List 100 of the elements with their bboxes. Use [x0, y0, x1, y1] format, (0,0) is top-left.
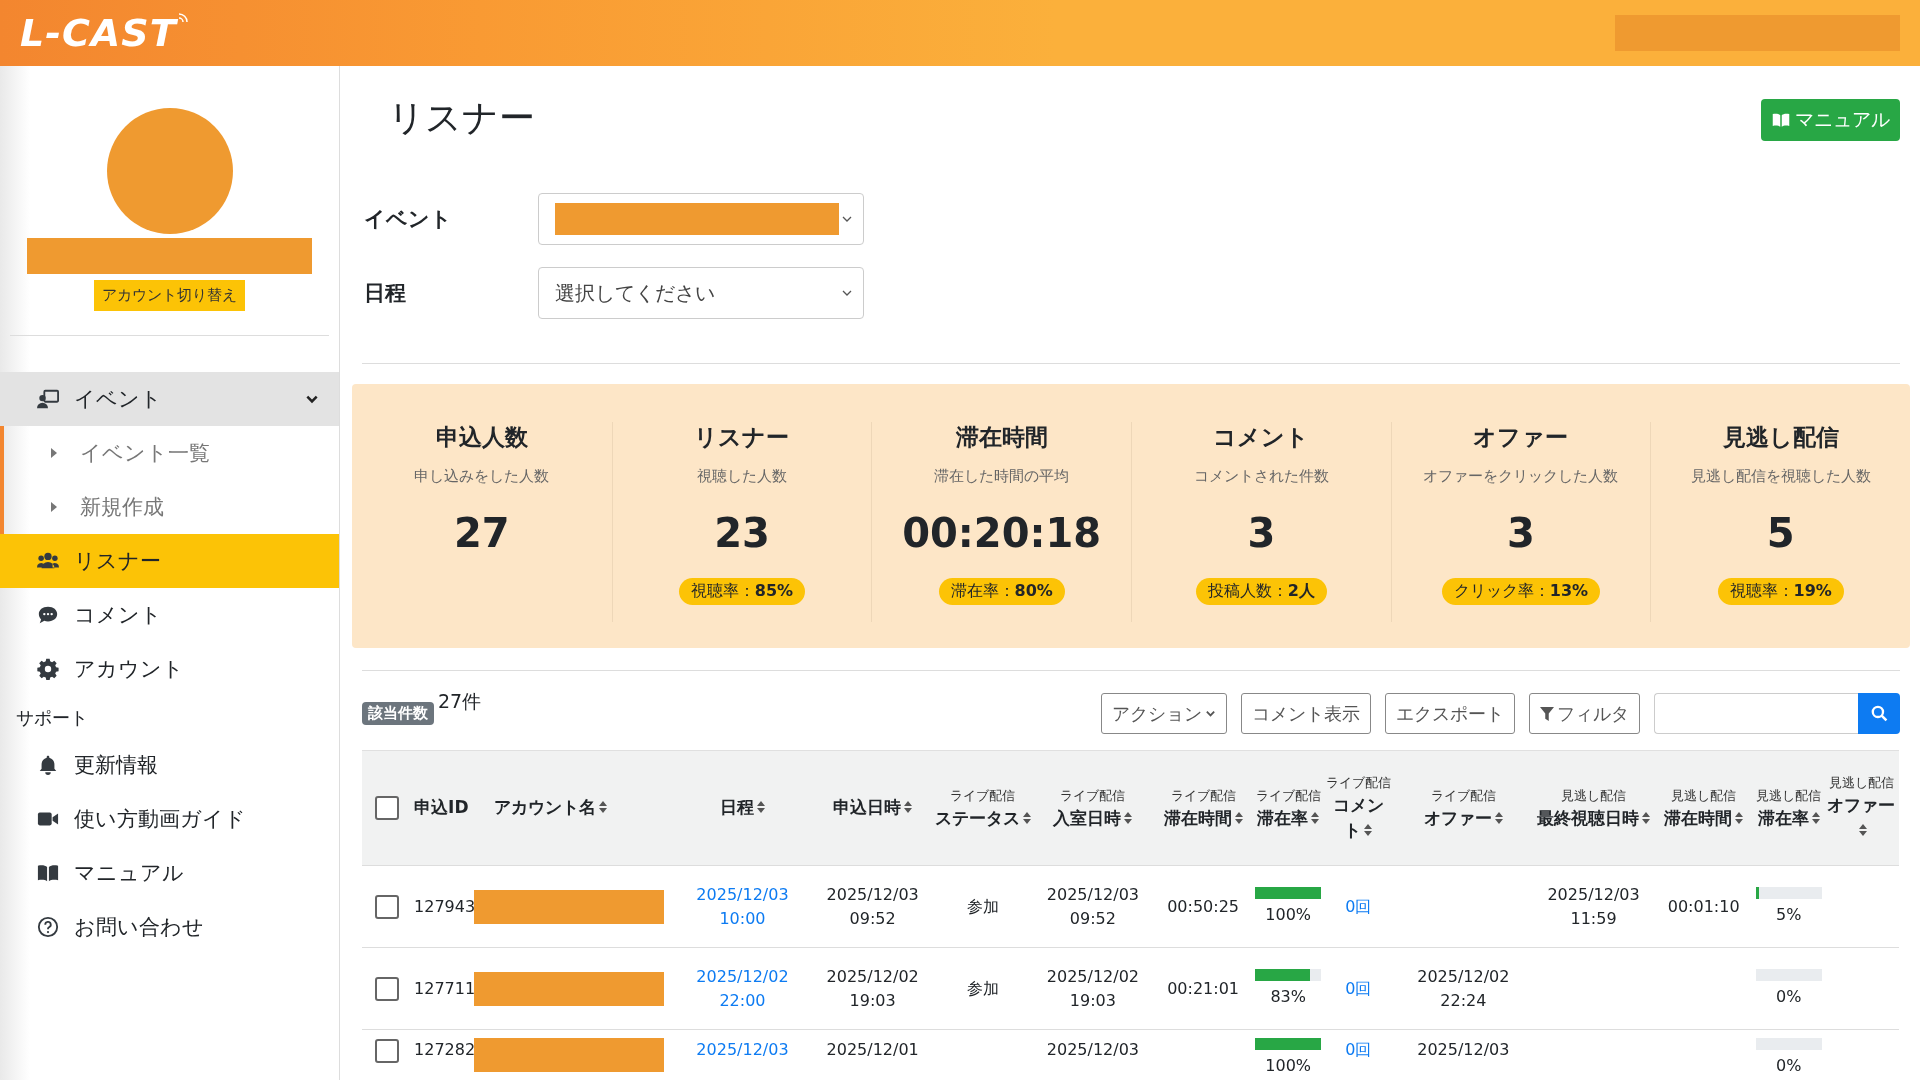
table-cell: 127711: [414, 978, 476, 998]
stat-badge: 視聴率：85%: [678, 578, 806, 605]
column-header[interactable]: 申込ID: [414, 795, 469, 821]
table-cell: 83%: [1270, 986, 1306, 1006]
field-label: 日程: [363, 280, 407, 307]
help-icon: [36, 916, 60, 938]
filter-icon: [1540, 706, 1554, 721]
column-header[interactable]: 日程: [719, 795, 765, 821]
sort-icon: [1735, 811, 1744, 824]
stat-title: オファー: [1473, 423, 1569, 452]
stat-title: リスナー: [694, 423, 790, 452]
select-all-checkbox[interactable]: [375, 796, 400, 820]
row-checkbox[interactable]: [375, 976, 400, 1001]
table-cell: 00:21:01: [1167, 978, 1239, 998]
row-checkbox[interactable]: [375, 894, 400, 919]
table-cell: 2025/12/03: [1046, 1040, 1140, 1059]
table-cell: 参加: [966, 896, 999, 916]
nav-item[interactable]: コメント: [0, 588, 339, 642]
sort-icon: [1811, 811, 1820, 824]
section-heading: サポート: [15, 706, 89, 730]
table-cell: 00:50:25: [1167, 896, 1239, 916]
stat-caption: オファーをクリックした人数: [1423, 467, 1619, 486]
search-button[interactable]: [1858, 693, 1900, 734]
page-title: リスナー: [388, 96, 535, 140]
stat-title: コメント: [1213, 423, 1310, 452]
nav-item[interactable]: お問い合わせ: [0, 900, 339, 954]
sort-icon: [904, 801, 913, 814]
stat-caption: 滞在した時間の平均: [934, 467, 1070, 486]
caret-icon: [50, 447, 58, 459]
sort-icon: [1234, 811, 1243, 824]
stat-title: 滞在時間: [955, 423, 1048, 452]
table-cell: 00:01:10: [1667, 896, 1740, 916]
select-field[interactable]: 選択してください: [538, 267, 864, 319]
table-cell: 参加: [966, 978, 999, 998]
table-cell: 100%: [1265, 1056, 1312, 1075]
search-field[interactable]: [1654, 693, 1858, 734]
comment-count-link[interactable]: 0回: [1345, 976, 1372, 1001]
schedule-link[interactable]: 2025/12/03 10:00: [696, 882, 789, 931]
table-cell: 2025/12/02 19:03: [1046, 966, 1140, 1010]
stat-caption: 視聴した人数: [697, 467, 787, 486]
nav-item[interactable]: 使い方動画ガイド: [0, 792, 339, 846]
sort-icon: [1364, 824, 1373, 837]
gear-icon: [36, 658, 60, 680]
stat-badge: 視聴率：19%: [1717, 578, 1844, 605]
sort-icon: [756, 801, 765, 814]
field-label: イベント: [363, 206, 453, 233]
sort-icon: [1642, 811, 1651, 824]
nav-item[interactable]: イベント: [0, 372, 339, 426]
stat-title: 申込人数: [435, 423, 528, 452]
table-cell: 100%: [1265, 904, 1312, 924]
table-cell: 2025/12/03 11:59: [1547, 884, 1640, 928]
schedule-link[interactable]: 2025/12/02 22:00: [696, 964, 789, 1013]
comment-count-link[interactable]: 0回: [1345, 1038, 1372, 1062]
column-header[interactable]: アカウント名: [494, 795, 608, 821]
chat-icon: [36, 604, 60, 626]
stat-title: 見逃し配信: [1722, 423, 1839, 452]
select-field[interactable]: [538, 193, 864, 245]
stat-caption: 見逃し配信を視聴した人数: [1690, 467, 1871, 486]
stat-badge: 滞在率：80%: [938, 578, 1065, 605]
table-cell: 0%: [1776, 1056, 1802, 1075]
caret-icon: [1205, 708, 1216, 719]
stat-caption: コメントされた件数: [1193, 467, 1329, 486]
column-header[interactable]: 申込日時: [833, 795, 913, 821]
table-cell: 127943: [414, 896, 476, 916]
table-cell: 5%: [1776, 904, 1802, 924]
account-switch-button[interactable]: アカウント切り替え: [94, 280, 245, 311]
stat-value: 23: [714, 510, 770, 556]
sort-icon: [1494, 811, 1503, 824]
schedule-link[interactable]: 2025/12/03: [696, 1038, 789, 1062]
stat-value: 3: [1247, 510, 1276, 556]
filter-button[interactable]: フィルタ: [1529, 693, 1640, 734]
table-cell: 2025/12/02 19:03: [826, 966, 919, 1010]
row-checkbox[interactable]: [375, 1038, 400, 1063]
sort-icon: [1124, 811, 1133, 824]
table-cell: 0%: [1776, 986, 1802, 1006]
count-badge: 該当件数: [362, 702, 434, 725]
toolbar-button[interactable]: エクスポート: [1385, 693, 1515, 734]
nav-item[interactable]: アカウント: [0, 642, 339, 696]
stat-value: 5: [1766, 510, 1795, 556]
stat-value: 27: [454, 510, 510, 556]
nav-subitem[interactable]: イベント一覧: [0, 426, 339, 480]
table-cell: 2025/12/03 09:52: [826, 884, 919, 928]
nav-item[interactable]: リスナー: [0, 534, 339, 588]
progress-bar: [1755, 886, 1822, 899]
stat-caption: 申し込みをした人数: [414, 467, 550, 486]
toolbar-button[interactable]: コメント表示: [1241, 693, 1371, 734]
sort-icon: [1311, 811, 1320, 824]
book-icon: [1771, 111, 1791, 129]
search-icon: [1870, 705, 1888, 722]
comment-count-link[interactable]: 0回: [1345, 894, 1372, 919]
nav-item[interactable]: マニュアル: [0, 846, 339, 900]
progress-bar: [1255, 1038, 1322, 1050]
result-count: 27件: [438, 689, 482, 714]
table-cell: 2025/12/02 22:24: [1417, 966, 1510, 1010]
stat-badge: 投稿人数：2人: [1195, 578, 1327, 605]
stat-value: 3: [1507, 510, 1535, 556]
sort-icon: [1858, 824, 1867, 837]
action-dropdown[interactable]: アクション: [1101, 693, 1227, 734]
nav-item[interactable]: 更新情報: [0, 738, 339, 792]
table-cell: 2025/12/03 09:52: [1046, 884, 1140, 928]
